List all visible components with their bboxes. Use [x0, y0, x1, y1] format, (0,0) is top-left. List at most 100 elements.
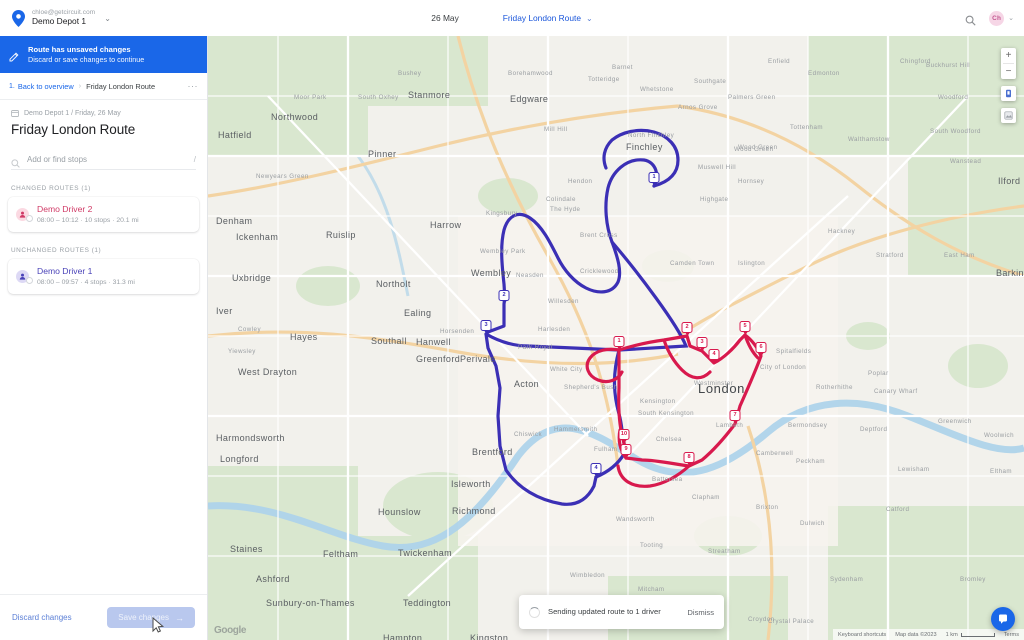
add-or-find-stops-row[interactable]: / [11, 150, 196, 170]
map-stop-marker[interactable]: 3 [696, 337, 708, 351]
depot-name: Demo Depot 1 [32, 15, 86, 26]
map-label: Acton [514, 379, 540, 389]
map-label: Southall [371, 336, 407, 346]
map-label: Catford [886, 506, 910, 513]
toast-notification: Sending updated route to 1 driver Dismis… [519, 595, 724, 629]
route-status-ring [26, 215, 33, 223]
section-title-unchanged: UNCHANGED ROUTES (1) [11, 247, 102, 255]
save-changes-label: Save changes [118, 613, 169, 622]
map-label: Hornsey [738, 178, 765, 185]
search-icon[interactable] [965, 13, 976, 26]
map-stop-marker[interactable]: 9 [620, 444, 632, 458]
map-label: South Kensington [638, 410, 695, 417]
zoom-in-button[interactable]: + [1001, 48, 1016, 63]
google-watermark: Google [214, 625, 247, 636]
map-label: Northolt [376, 279, 411, 289]
map-label: Bushey [398, 70, 422, 77]
zoom-out-button[interactable]: − [1001, 64, 1016, 79]
back-to-overview-link[interactable]: 1. Back to overview [9, 82, 74, 91]
map-label: Greenwich [938, 418, 972, 425]
route-selector[interactable]: Friday London Route ⌄ [503, 13, 593, 23]
map-label: Cricklewood [580, 268, 619, 275]
chevron-down-icon: ⌄ [585, 13, 593, 23]
top-bar-right: Ch ⌄ [965, 0, 1014, 36]
search-input[interactable] [27, 155, 187, 164]
map-label: Hatfield [218, 130, 252, 140]
map-stop-marker[interactable]: 4 [590, 463, 602, 477]
depot-selector[interactable]: chloe@getcircuit.com Demo Depot 1 ⌄ [0, 0, 118, 36]
overflow-menu-icon[interactable]: ··· [188, 81, 199, 91]
map-label: Totteridge [588, 76, 620, 83]
route-status-ring [26, 277, 33, 285]
top-bar-center: 26 May Friday London Route ⌄ [0, 0, 1024, 36]
map-label: East Ham [944, 252, 975, 259]
map-stop-marker[interactable]: 1 [648, 172, 660, 186]
map-data-label: Map data ©2023 [895, 631, 937, 638]
map-stop-marker[interactable]: 4 [708, 349, 720, 363]
keyboard-shortcuts-link[interactable]: Keyboard shortcuts [838, 632, 886, 638]
chat-bubble-icon [999, 614, 1007, 624]
map-label: West Drayton [238, 367, 298, 377]
support-chat-button[interactable] [991, 607, 1015, 631]
map-stop-marker[interactable]: 7 [729, 410, 741, 424]
toast-dismiss-button[interactable]: Dismiss [687, 608, 714, 617]
map-stop-marker-label: 9 [620, 444, 632, 455]
account-menu[interactable]: Ch ⌄ [989, 10, 1014, 26]
map-label: Chelsea [656, 436, 682, 443]
map-label: Richmond [452, 506, 496, 516]
route-card-demo-driver-1[interactable]: Demo Driver 1 08:00 – 09:57 · 4 stops · … [8, 259, 199, 295]
sidebar: Route has unsaved changes Discard or sav… [0, 36, 208, 640]
map-label: Buckhurst Hill [926, 62, 971, 69]
map-stop-marker[interactable]: 10 [618, 429, 630, 443]
map-label: Eltham [990, 468, 1012, 475]
map-stop-marker[interactable]: 5 [739, 321, 751, 335]
chevron-down-icon[interactable]: ⌄ [104, 14, 111, 23]
map-stop-marker[interactable]: 3 [480, 320, 492, 334]
top-bar: chloe@getcircuit.com Demo Depot 1 ⌄ 26 M… [0, 0, 1024, 36]
map-label: Wembley Park [480, 248, 526, 255]
page-title: Friday London Route [11, 122, 136, 137]
map-stop-marker-tail [743, 332, 747, 335]
map-label: Moor Park [294, 94, 327, 101]
map-label: Iver [216, 306, 233, 316]
map-label: Mitcham [638, 586, 665, 593]
save-changes-button[interactable]: Save changes → [107, 607, 195, 628]
map-label: Edmonton [808, 70, 840, 77]
map-stop-marker[interactable]: 2 [681, 322, 693, 336]
map-canvas[interactable]: London Wembley Harrow Ruislip Uxbridge Northo… [208, 36, 1024, 640]
map-label: Stanmore [408, 90, 451, 100]
map-stop-marker-tail [687, 463, 691, 466]
map-stop-marker[interactable]: 2 [498, 290, 510, 304]
map-layers-button[interactable] [1001, 108, 1016, 123]
banner-subtitle: Discard or save changes to continue [28, 54, 145, 64]
map-stop-marker[interactable]: 6 [755, 342, 767, 356]
map-stop-marker-tail [502, 301, 506, 304]
map-label: Teddington [403, 598, 452, 608]
sidebar-action-bar: Discard changes Save changes → [0, 594, 207, 640]
map-label: White City [550, 366, 583, 373]
map-stop-marker-tail [733, 421, 737, 424]
route-card-demo-driver-2[interactable]: Demo Driver 2 08:00 – 10:12 · 10 stops ·… [8, 197, 199, 233]
map-label: Harmondsworth [216, 433, 285, 443]
map-label: Neasden [516, 272, 544, 279]
map-label: Edgware [510, 94, 549, 104]
discard-changes-button[interactable]: Discard changes [12, 613, 72, 622]
map-stop-marker-tail [622, 440, 626, 443]
street-view-button[interactable] [1001, 86, 1016, 101]
map-label: Yiewsley [228, 348, 256, 355]
map-stop-marker-tail [617, 347, 621, 350]
map-stop-marker-tail [594, 474, 598, 477]
breadcrumb-current: Friday London Route [86, 81, 156, 91]
chevron-down-icon: ⌄ [1008, 15, 1014, 22]
map-stop-marker-label: 2 [681, 322, 693, 333]
map-stop-marker-label: 8 [683, 452, 695, 463]
map-label: Woolwich [984, 432, 1014, 439]
map-stop-marker[interactable]: 8 [683, 452, 695, 466]
terms-link[interactable]: Terms [1004, 632, 1019, 638]
section-title-changed: CHANGED ROUTES (1) [11, 185, 91, 192]
map-label: Park Royal [518, 344, 553, 351]
toast-message: Sending updated route to 1 driver [548, 606, 661, 616]
map-stop-marker[interactable]: 1 [613, 336, 625, 350]
map-label: Peckham [796, 458, 825, 465]
map-label: South Woodford [930, 128, 981, 135]
